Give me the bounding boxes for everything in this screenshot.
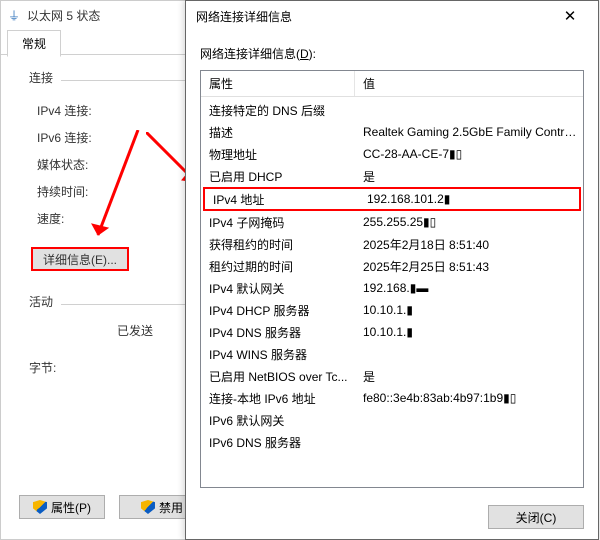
value-cell: 2025年2月18日 8:51:40 (355, 236, 583, 253)
value-cell: fe80::3e4b:83ab:4b97:1b9▮▯ (355, 391, 583, 405)
network-details-dialog: 网络连接详细信息 ✕ 网络连接详细信息(D): 属性 值 连接特定的 DNS 后… (185, 0, 599, 540)
property-cell: IPv6 DNS 服务器 (201, 434, 355, 451)
value-cell: 2025年2月25日 8:51:43 (355, 258, 583, 275)
section-connection: 连接 (29, 69, 53, 86)
details-button[interactable]: 详细信息(E)... (31, 247, 129, 271)
value-cell: Realtek Gaming 2.5GbE Family Controlle (355, 125, 583, 139)
table-row[interactable]: IPv6 默认网关 (201, 409, 583, 431)
value-cell: 192.168.▮▬ (355, 281, 583, 295)
property-cell: 已启用 NetBIOS over Tc... (201, 368, 355, 385)
status-title: 以太网 5 状态 (27, 7, 100, 24)
section-activity: 活动 (29, 293, 53, 310)
property-cell: IPv4 默认网关 (201, 280, 355, 297)
details-titlebar[interactable]: 网络连接详细信息 ✕ (186, 1, 598, 31)
label-bytes: 字节: (29, 359, 115, 376)
shield-icon (141, 500, 155, 514)
properties-button[interactable]: 属性(P) (19, 495, 105, 519)
label-media-state: 媒体状态: (37, 156, 123, 173)
table-row[interactable]: 已启用 NetBIOS over Tc...是 (201, 365, 583, 387)
table-row[interactable]: IPv4 子网掩码255.255.25▮▯ (201, 211, 583, 233)
value-cell: 是 (355, 168, 583, 185)
value-cell: CC-28-AA-CE-7▮▯ (355, 147, 583, 161)
properties-button-label: 属性(P) (51, 499, 91, 516)
close-icon[interactable]: ✕ (550, 4, 590, 28)
table-row[interactable]: IPv4 默认网关192.168.▮▬ (201, 277, 583, 299)
property-cell: 已启用 DHCP (201, 168, 355, 185)
property-cell: IPv4 DHCP 服务器 (201, 302, 355, 319)
table-row[interactable]: IPv4 DNS 服务器10.10.1.▮ (201, 321, 583, 343)
details-listbox[interactable]: 属性 值 连接特定的 DNS 后缀描述Realtek Gaming 2.5GbE… (200, 70, 584, 488)
property-cell: IPv4 WINS 服务器 (201, 346, 355, 363)
disable-button-label: 禁用 (159, 499, 183, 516)
table-row[interactable]: IPv4 WINS 服务器 (201, 343, 583, 365)
table-row[interactable]: 物理地址CC-28-AA-CE-7▮▯ (201, 143, 583, 165)
value-cell: 255.255.25▮▯ (355, 215, 583, 229)
shield-icon (33, 500, 47, 514)
list-header[interactable]: 属性 值 (201, 71, 583, 97)
column-property[interactable]: 属性 (201, 71, 355, 96)
details-list-label: 网络连接详细信息(D): (200, 45, 584, 62)
value-cell: 192.168.101.2▮ (359, 192, 579, 206)
tab-general[interactable]: 常规 (7, 30, 61, 57)
details-title: 网络连接详细信息 (196, 8, 292, 25)
property-cell: IPv6 默认网关 (201, 412, 355, 429)
table-row[interactable]: IPv6 DNS 服务器 (201, 431, 583, 453)
table-row[interactable]: 获得租约的时间2025年2月18日 8:51:40 (201, 233, 583, 255)
table-row[interactable]: 租约过期的时间2025年2月25日 8:51:43 (201, 255, 583, 277)
network-icon: ⏚ (7, 8, 21, 22)
table-row[interactable]: 描述Realtek Gaming 2.5GbE Family Controlle (201, 121, 583, 143)
label-duration: 持续时间: (37, 183, 123, 200)
property-cell: 连接特定的 DNS 后缀 (201, 102, 355, 119)
value-cell: 10.10.1.▮ (355, 325, 583, 339)
property-cell: IPv4 地址 (205, 191, 359, 208)
property-cell: 描述 (201, 124, 355, 141)
close-button[interactable]: 关闭(C) (488, 505, 584, 529)
value-cell: 是 (355, 368, 583, 385)
table-row[interactable]: 连接-本地 IPv6 地址fe80::3e4b:83ab:4b97:1b9▮▯ (201, 387, 583, 409)
table-row[interactable]: IPv4 地址192.168.101.2▮ (203, 187, 581, 211)
label-speed: 速度: (37, 210, 123, 227)
property-cell: IPv4 子网掩码 (201, 214, 355, 231)
property-cell: 连接-本地 IPv6 地址 (201, 390, 355, 407)
property-cell: 物理地址 (201, 146, 355, 163)
property-cell: IPv4 DNS 服务器 (201, 324, 355, 341)
property-cell: 获得租约的时间 (201, 236, 355, 253)
column-value[interactable]: 值 (355, 71, 583, 96)
table-row[interactable]: 已启用 DHCP是 (201, 165, 583, 187)
label-ipv6-connectivity: IPv6 连接: (37, 129, 123, 146)
value-cell: 10.10.1.▮ (355, 303, 583, 317)
property-cell: 租约过期的时间 (201, 258, 355, 275)
table-row[interactable]: IPv4 DHCP 服务器10.10.1.▮ (201, 299, 583, 321)
label-ipv4-connectivity: IPv4 连接: (37, 102, 123, 119)
table-row[interactable]: 连接特定的 DNS 后缀 (201, 99, 583, 121)
